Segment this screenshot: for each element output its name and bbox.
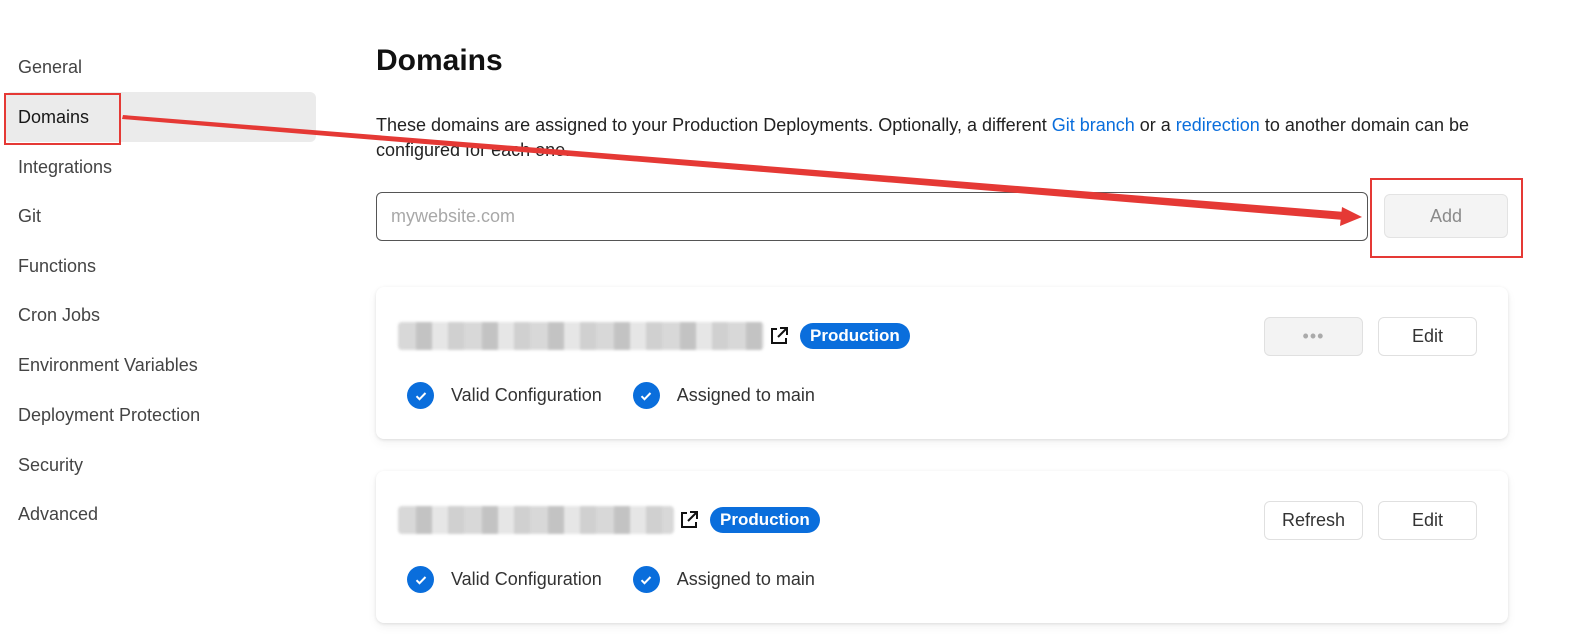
git-branch-link[interactable]: Git branch: [1052, 115, 1135, 135]
sidebar-item-deployment-protection[interactable]: Deployment Protection: [5, 390, 316, 440]
sidebar-item-functions[interactable]: Functions: [5, 241, 316, 291]
edit-button[interactable]: Edit: [1378, 501, 1477, 540]
status-valid-configuration: Valid Configuration: [407, 566, 602, 593]
external-link-icon[interactable]: [768, 325, 790, 347]
status-label: Valid Configuration: [451, 385, 602, 405]
external-link-icon[interactable]: [678, 509, 700, 531]
domain-status: Valid Configuration Assigned to main: [407, 382, 815, 409]
page-description: These domains are assigned to your Produ…: [376, 113, 1516, 163]
check-circle-icon: [632, 566, 660, 593]
redacted-domain-name: [398, 322, 764, 350]
sidebar-item-git[interactable]: Git: [5, 191, 316, 241]
sidebar-item-advanced[interactable]: Advanced: [5, 489, 316, 539]
more-options-button[interactable]: •••: [1264, 317, 1363, 356]
edit-button[interactable]: Edit: [1378, 317, 1477, 356]
production-badge: Production: [710, 507, 820, 533]
domain-input[interactable]: [376, 192, 1368, 241]
annotation-highlight-box: [1370, 178, 1523, 258]
annotation-highlight-box: [4, 93, 121, 145]
status-label: Assigned to main: [676, 385, 815, 405]
refresh-button[interactable]: Refresh: [1264, 501, 1363, 540]
redirection-link[interactable]: redirection: [1176, 115, 1260, 135]
description-text: These domains are assigned to your Produ…: [376, 115, 1052, 135]
status-assigned-branch: Assigned to main: [632, 382, 815, 409]
production-badge: Production: [800, 323, 910, 349]
domain-card: Production Valid Configuration Assigned …: [376, 471, 1508, 623]
sidebar-item-integrations[interactable]: Integrations: [5, 142, 316, 192]
status-valid-configuration: Valid Configuration: [407, 382, 602, 409]
status-label: Valid Configuration: [451, 569, 602, 589]
sidebar-item-environment-variables[interactable]: Environment Variables: [5, 340, 316, 390]
check-circle-icon: [632, 382, 660, 409]
domain-card: Production Valid Configuration Assigned …: [376, 287, 1508, 439]
domain-header: Production: [398, 505, 820, 535]
sidebar-item-security[interactable]: Security: [5, 440, 316, 490]
domain-status: Valid Configuration Assigned to main: [407, 566, 815, 593]
domains-panel: Domains These domains are assigned to yo…: [376, 0, 1516, 644]
redacted-domain-name: [398, 506, 674, 534]
sidebar-item-general[interactable]: General: [5, 42, 316, 92]
check-circle-icon: [407, 566, 434, 593]
sidebar-item-cron-jobs[interactable]: Cron Jobs: [5, 290, 316, 340]
description-text: or a: [1134, 115, 1176, 135]
status-label: Assigned to main: [676, 569, 815, 589]
status-assigned-branch: Assigned to main: [632, 566, 815, 593]
domain-header: Production: [398, 321, 910, 351]
page-title: Domains: [376, 44, 503, 77]
check-circle-icon: [407, 382, 434, 409]
